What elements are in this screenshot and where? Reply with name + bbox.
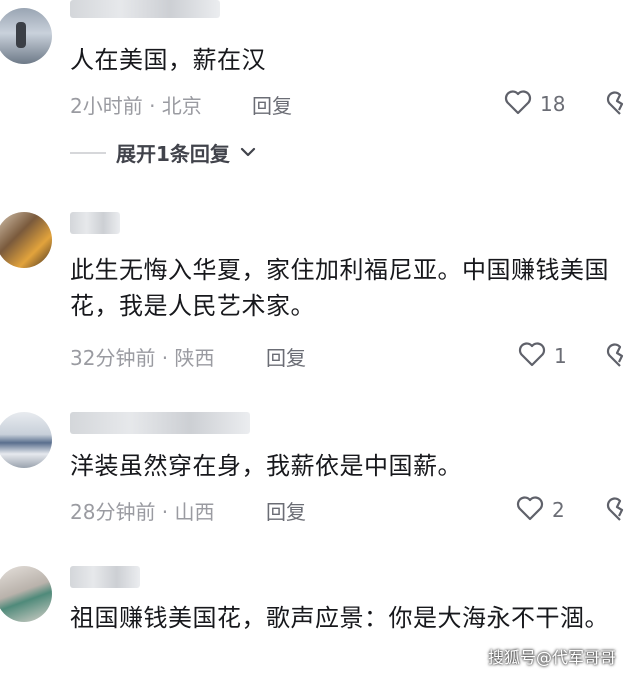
heart-icon xyxy=(504,89,532,119)
comment-text: 洋装虽然穿在身，我薪依是中国薪。 xyxy=(70,452,462,480)
username-blurred[interactable] xyxy=(70,0,220,18)
heart-icon xyxy=(518,341,546,371)
comment-time-location: 2小时前 · 北京 xyxy=(70,94,202,118)
reply-button[interactable]: 回复 xyxy=(252,90,292,119)
expand-replies-label: 展开1条回复 xyxy=(116,142,230,166)
comment-text: 祖国赚钱美国花，歌声应景：你是大海永不干涸。 xyxy=(70,604,609,632)
chevron-down-icon xyxy=(240,143,256,162)
comment-time-location: 32分钟前 · 陕西 xyxy=(70,346,215,370)
expand-replies-button[interactable]: 展开1条回复 xyxy=(70,138,256,167)
like-count: 18 xyxy=(540,92,566,116)
like-button[interactable]: 2 xyxy=(516,495,565,525)
broken-heart-icon[interactable] xyxy=(606,496,628,526)
broken-heart-icon[interactable] xyxy=(606,90,628,120)
reply-button[interactable]: 回复 xyxy=(266,342,306,371)
avatar[interactable] xyxy=(0,212,52,268)
avatar[interactable] xyxy=(0,8,52,64)
comment-text: 此生无悔入华夏，家住加利福尼亚。中国赚钱美国花，我是人民艺术家。 xyxy=(70,256,609,320)
like-button[interactable]: 1 xyxy=(518,341,567,371)
broken-heart-icon[interactable] xyxy=(606,342,628,372)
username-blurred[interactable] xyxy=(70,212,120,234)
avatar[interactable] xyxy=(0,566,52,622)
avatar[interactable] xyxy=(0,412,52,468)
comment-text: 人在美国，薪在汉 xyxy=(70,46,266,74)
like-button[interactable]: 18 xyxy=(504,89,565,119)
like-count: 2 xyxy=(552,498,565,522)
like-count: 1 xyxy=(554,344,567,368)
username-blurred[interactable] xyxy=(70,412,250,434)
divider xyxy=(70,151,106,154)
reply-button[interactable]: 回复 xyxy=(266,496,306,525)
comment-time-location: 28分钟前 · 山西 xyxy=(70,500,215,524)
username-blurred[interactable] xyxy=(70,566,140,588)
watermark: 搜狐号@代军哥哥 xyxy=(487,648,616,667)
heart-icon xyxy=(516,495,544,525)
